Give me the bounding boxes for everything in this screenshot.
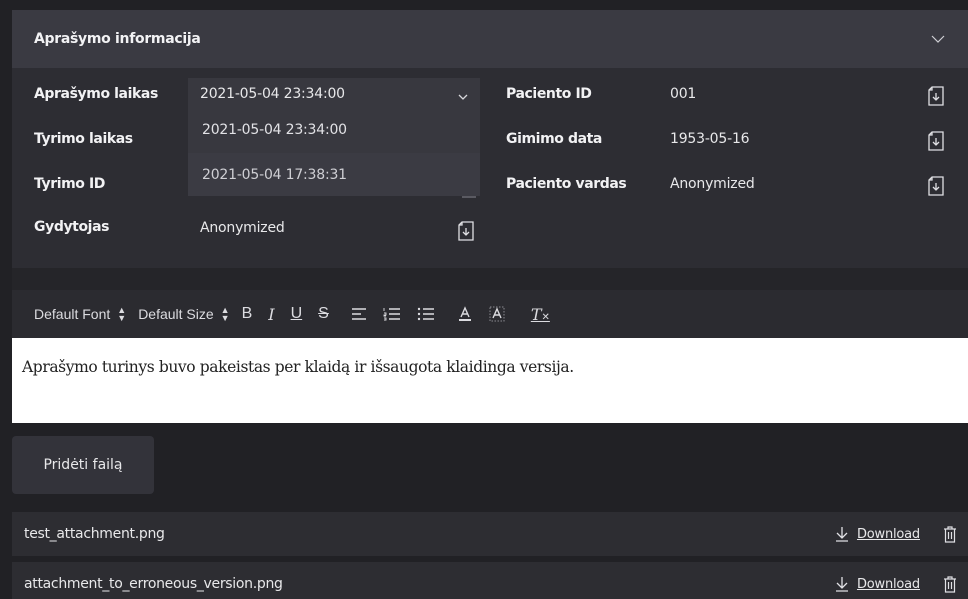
patient-name-value: Anonymized — [670, 176, 755, 192]
sort-arrows-icon: ▲ ▼ — [117, 305, 127, 323]
file-row: test_attachment.png Download — [12, 512, 968, 556]
doctor-value: Anonymized — [200, 220, 285, 236]
editor-toolbar: Default Font ▲ ▼ Default Size ▲ ▼ B I U S … — [12, 290, 968, 338]
birth-date-label: Gimimo data — [506, 131, 602, 147]
font-size-label: Default Size — [138, 306, 214, 322]
panel-title: Aprašymo informacija — [34, 31, 201, 47]
italic-button[interactable]: I — [268, 304, 274, 324]
chevron-down-icon[interactable] — [930, 31, 946, 47]
file-row: attachment_to_erroneous_version.png Down… — [12, 562, 968, 599]
bullet-list-icon[interactable] — [417, 304, 435, 324]
select-option[interactable]: 2021-05-04 17:38:31 — [202, 167, 347, 183]
description-editor[interactable]: Aprašymo turinys buvo pakeistas per klai… — [12, 338, 968, 423]
font-family-label: Default Font — [34, 306, 111, 322]
trash-icon[interactable] — [942, 575, 958, 593]
font-family-select[interactable]: Default Font ▲ ▼ — [34, 305, 127, 323]
download-icon — [835, 577, 848, 592]
copy-birth-date-icon[interactable] — [926, 131, 946, 151]
ordered-list-icon[interactable] — [383, 304, 401, 324]
download-label: Download — [856, 526, 920, 542]
hidden-icon-edge — [462, 196, 476, 198]
description-time-select[interactable]: 2021-05-04 23:34:00 — [188, 78, 480, 110]
background-color-icon[interactable] — [489, 304, 505, 324]
study-time-label: Tyrimo laikas — [34, 131, 133, 147]
patient-id-value: 001 — [670, 86, 697, 102]
add-file-button[interactable]: Pridėti failą — [12, 436, 154, 494]
divider — [12, 268, 968, 290]
download-link[interactable]: Download — [835, 576, 920, 592]
study-id-label: Tyrimo ID — [34, 176, 106, 192]
select-option[interactable]: 2021-05-04 23:34:00 — [202, 122, 347, 138]
select-value: 2021-05-04 23:34:00 — [200, 86, 345, 102]
select-dropdown: 2021-05-04 23:34:00 2021-05-04 17:38:31 — [188, 110, 480, 196]
download-link[interactable]: Download — [835, 526, 920, 542]
download-label: Download — [856, 576, 920, 592]
align-icon[interactable] — [351, 304, 367, 324]
panel-header[interactable]: Aprašymo informacija — [12, 10, 968, 68]
file-actions: Download — [835, 575, 958, 593]
file-actions: Download — [835, 525, 958, 543]
clear-format-label: T — [530, 304, 542, 324]
bold-button[interactable]: B — [242, 304, 253, 324]
birth-date-value: 1953-05-16 — [670, 131, 750, 147]
underline-button[interactable]: U — [291, 304, 303, 324]
file-name: test_attachment.png — [24, 526, 165, 542]
text-color-icon[interactable] — [457, 304, 473, 324]
clear-x-icon: ✕ — [541, 311, 550, 323]
doctor-label: Gydytojas — [34, 219, 110, 235]
description-time-label: Aprašymo laikas — [34, 86, 158, 102]
editor-content: Aprašymo turinys buvo pakeistas per klai… — [22, 358, 574, 376]
patient-id-label: Paciento ID — [506, 86, 592, 102]
download-icon — [835, 527, 848, 542]
copy-patient-name-icon[interactable] — [926, 176, 946, 196]
file-name: attachment_to_erroneous_version.png — [24, 576, 283, 592]
strikethrough-button[interactable]: S — [318, 304, 329, 324]
copy-patient-id-icon[interactable] — [926, 86, 946, 106]
font-size-select[interactable]: Default Size ▲ ▼ — [138, 305, 230, 323]
patient-name-label: Paciento vardas — [506, 176, 627, 192]
select-chevron-icon — [458, 85, 468, 104]
sort-arrows-icon: ▲ ▼ — [220, 305, 230, 323]
copy-doctor-icon[interactable] — [456, 221, 476, 241]
trash-icon[interactable] — [942, 525, 958, 543]
clear-format-button[interactable]: T ✕ — [531, 304, 550, 324]
